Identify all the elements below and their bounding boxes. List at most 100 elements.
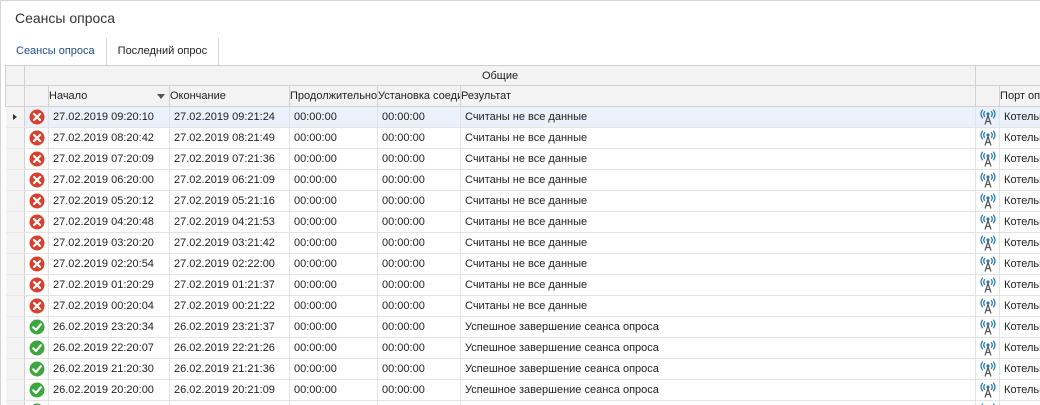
result-cell[interactable]: Успешное завершение сеанса опроса	[460, 379, 977, 401]
port-cell[interactable]: Котельная	[999, 253, 1040, 275]
setup-cell[interactable]: 00:00:00	[377, 127, 461, 149]
setup-cell[interactable]: 00:00:00	[377, 379, 461, 401]
duration-cell[interactable]: 00:00:00	[289, 379, 378, 401]
duration-cell[interactable]: 00:00:00	[289, 358, 378, 380]
port-cell[interactable]: Котельная	[999, 127, 1040, 149]
status-cell[interactable]	[24, 148, 49, 170]
port-cell[interactable]: Котельная	[999, 316, 1040, 338]
end-cell[interactable]	[169, 400, 290, 405]
row-indicator[interactable]	[5, 337, 25, 359]
table-row[interactable]: 27.02.2019 01:20:29 27.02.2019 01:21:37 00…	[5, 274, 1040, 296]
tab-last-poll[interactable]: Последний опрос	[107, 38, 220, 65]
setup-cell[interactable]: 00:00:00	[377, 358, 461, 380]
end-cell[interactable]: 26.02.2019 23:21:37	[169, 316, 290, 338]
port-icon-cell[interactable]	[975, 295, 1001, 317]
start-cell[interactable]: 27.02.2019 06:20:00	[48, 169, 170, 191]
table-row[interactable]: 27.02.2019 08:20:42 27.02.2019 08:21:49 00…	[5, 127, 1040, 149]
result-cell[interactable]: Успешное завершение сеанса опроса	[460, 358, 977, 380]
port-icon-cell[interactable]	[975, 400, 1001, 405]
status-cell[interactable]	[24, 379, 49, 401]
setup-cell[interactable]: 00:00:00	[377, 253, 461, 275]
end-cell[interactable]: 26.02.2019 20:21:09	[169, 379, 290, 401]
column-header-port-icon[interactable]	[975, 85, 1001, 107]
end-cell[interactable]: 27.02.2019 04:21:53	[169, 211, 290, 233]
row-indicator[interactable]	[5, 106, 25, 128]
result-cell[interactable]: Считаны не все данные	[460, 253, 977, 275]
start-cell[interactable]: 27.02.2019 04:20:48	[48, 211, 170, 233]
table-row[interactable]: 27.02.2019 07:20:09 27.02.2019 07:21:36 00…	[5, 148, 1040, 170]
start-cell[interactable]: 27.02.2019 00:20:04	[48, 295, 170, 317]
port-cell[interactable]: Котельная	[999, 295, 1040, 317]
port-icon-cell[interactable]	[975, 190, 1001, 212]
row-indicator[interactable]	[5, 211, 25, 233]
result-cell[interactable]: Считаны не все данные	[460, 127, 977, 149]
end-cell[interactable]: 27.02.2019 02:22:00	[169, 253, 290, 275]
table-row[interactable]	[5, 400, 1040, 405]
column-header-port[interactable]: Порт опроса	[999, 85, 1040, 107]
port-icon-cell[interactable]	[975, 169, 1001, 191]
tab-sessions[interactable]: Сеансы опроса	[5, 38, 107, 65]
setup-cell[interactable]: 00:00:00	[377, 274, 461, 296]
result-cell[interactable]: Считаны не все данные	[460, 148, 977, 170]
result-cell[interactable]: Считаны не все данные	[460, 274, 977, 296]
duration-cell[interactable]: 00:00:00	[289, 190, 378, 212]
row-indicator[interactable]	[5, 379, 25, 401]
duration-cell[interactable]: 00:00:00	[289, 295, 378, 317]
result-cell[interactable]: Успешное завершение сеанса опроса	[460, 337, 977, 359]
port-cell[interactable]: Котельная	[999, 106, 1040, 128]
port-cell[interactable]: Котельная	[999, 337, 1040, 359]
column-header-start[interactable]: Начало	[48, 85, 170, 107]
status-cell[interactable]	[24, 358, 49, 380]
result-cell[interactable]: Успешное завершение сеанса опроса	[460, 316, 977, 338]
end-cell[interactable]: 27.02.2019 05:21:16	[169, 190, 290, 212]
setup-cell[interactable]: 00:00:00	[377, 295, 461, 317]
result-cell[interactable]: Считаны не все данные	[460, 106, 977, 128]
status-cell[interactable]	[24, 400, 49, 405]
status-cell[interactable]	[24, 232, 49, 254]
duration-cell[interactable]: 00:00:00	[289, 211, 378, 233]
end-cell[interactable]: 26.02.2019 21:21:36	[169, 358, 290, 380]
setup-cell[interactable]: 00:00:00	[377, 316, 461, 338]
port-cell[interactable]: Котельная	[999, 169, 1040, 191]
duration-cell[interactable]: 00:00:00	[289, 148, 378, 170]
port-icon-cell[interactable]	[975, 211, 1001, 233]
table-row[interactable]: 27.02.2019 09:20:10 27.02.2019 09:21:24 00…	[5, 106, 1040, 128]
start-cell[interactable]: 27.02.2019 08:20:42	[48, 127, 170, 149]
column-header-setup[interactable]: Установка соединения	[377, 85, 461, 107]
status-cell[interactable]	[24, 106, 49, 128]
result-cell[interactable]	[460, 400, 977, 405]
result-cell[interactable]: Считаны не все данные	[460, 295, 977, 317]
table-row[interactable]: 26.02.2019 20:20:00 26.02.2019 20:21:09 00…	[5, 379, 1040, 401]
setup-cell[interactable]: 00:00:00	[377, 169, 461, 191]
setup-cell[interactable]: 00:00:00	[377, 106, 461, 128]
duration-cell[interactable]: 00:00:00	[289, 169, 378, 191]
end-cell[interactable]: 26.02.2019 22:21:26	[169, 337, 290, 359]
start-cell[interactable]: 26.02.2019 21:20:30	[48, 358, 170, 380]
table-row[interactable]: 26.02.2019 21:20:30 26.02.2019 21:21:36 00…	[5, 358, 1040, 380]
port-icon-cell[interactable]	[975, 316, 1001, 338]
duration-cell[interactable]: 00:00:00	[289, 316, 378, 338]
port-icon-cell[interactable]	[975, 337, 1001, 359]
column-header-end[interactable]: Окончание	[169, 85, 290, 107]
column-header-duration[interactable]: Продолжительность	[289, 85, 378, 107]
port-icon-cell[interactable]	[975, 127, 1001, 149]
end-cell[interactable]: 27.02.2019 07:21:36	[169, 148, 290, 170]
setup-cell[interactable]: 00:00:00	[377, 190, 461, 212]
setup-cell[interactable]: 00:00:00	[377, 232, 461, 254]
status-cell[interactable]	[24, 169, 49, 191]
start-cell[interactable]	[48, 400, 170, 405]
duration-cell[interactable]: 00:00:00	[289, 337, 378, 359]
row-indicator[interactable]	[5, 232, 25, 254]
row-indicator[interactable]	[5, 400, 25, 405]
port-icon-cell[interactable]	[975, 379, 1001, 401]
setup-cell[interactable]: 00:00:00	[377, 211, 461, 233]
end-cell[interactable]: 27.02.2019 03:21:42	[169, 232, 290, 254]
status-cell[interactable]	[24, 190, 49, 212]
row-indicator[interactable]	[5, 274, 25, 296]
result-cell[interactable]: Считаны не все данные	[460, 169, 977, 191]
duration-cell[interactable]: 00:00:00	[289, 232, 378, 254]
start-cell[interactable]: 26.02.2019 20:20:00	[48, 379, 170, 401]
start-cell[interactable]: 26.02.2019 23:20:34	[48, 316, 170, 338]
duration-cell[interactable]: 00:00:00	[289, 274, 378, 296]
duration-cell[interactable]: 00:00:00	[289, 127, 378, 149]
